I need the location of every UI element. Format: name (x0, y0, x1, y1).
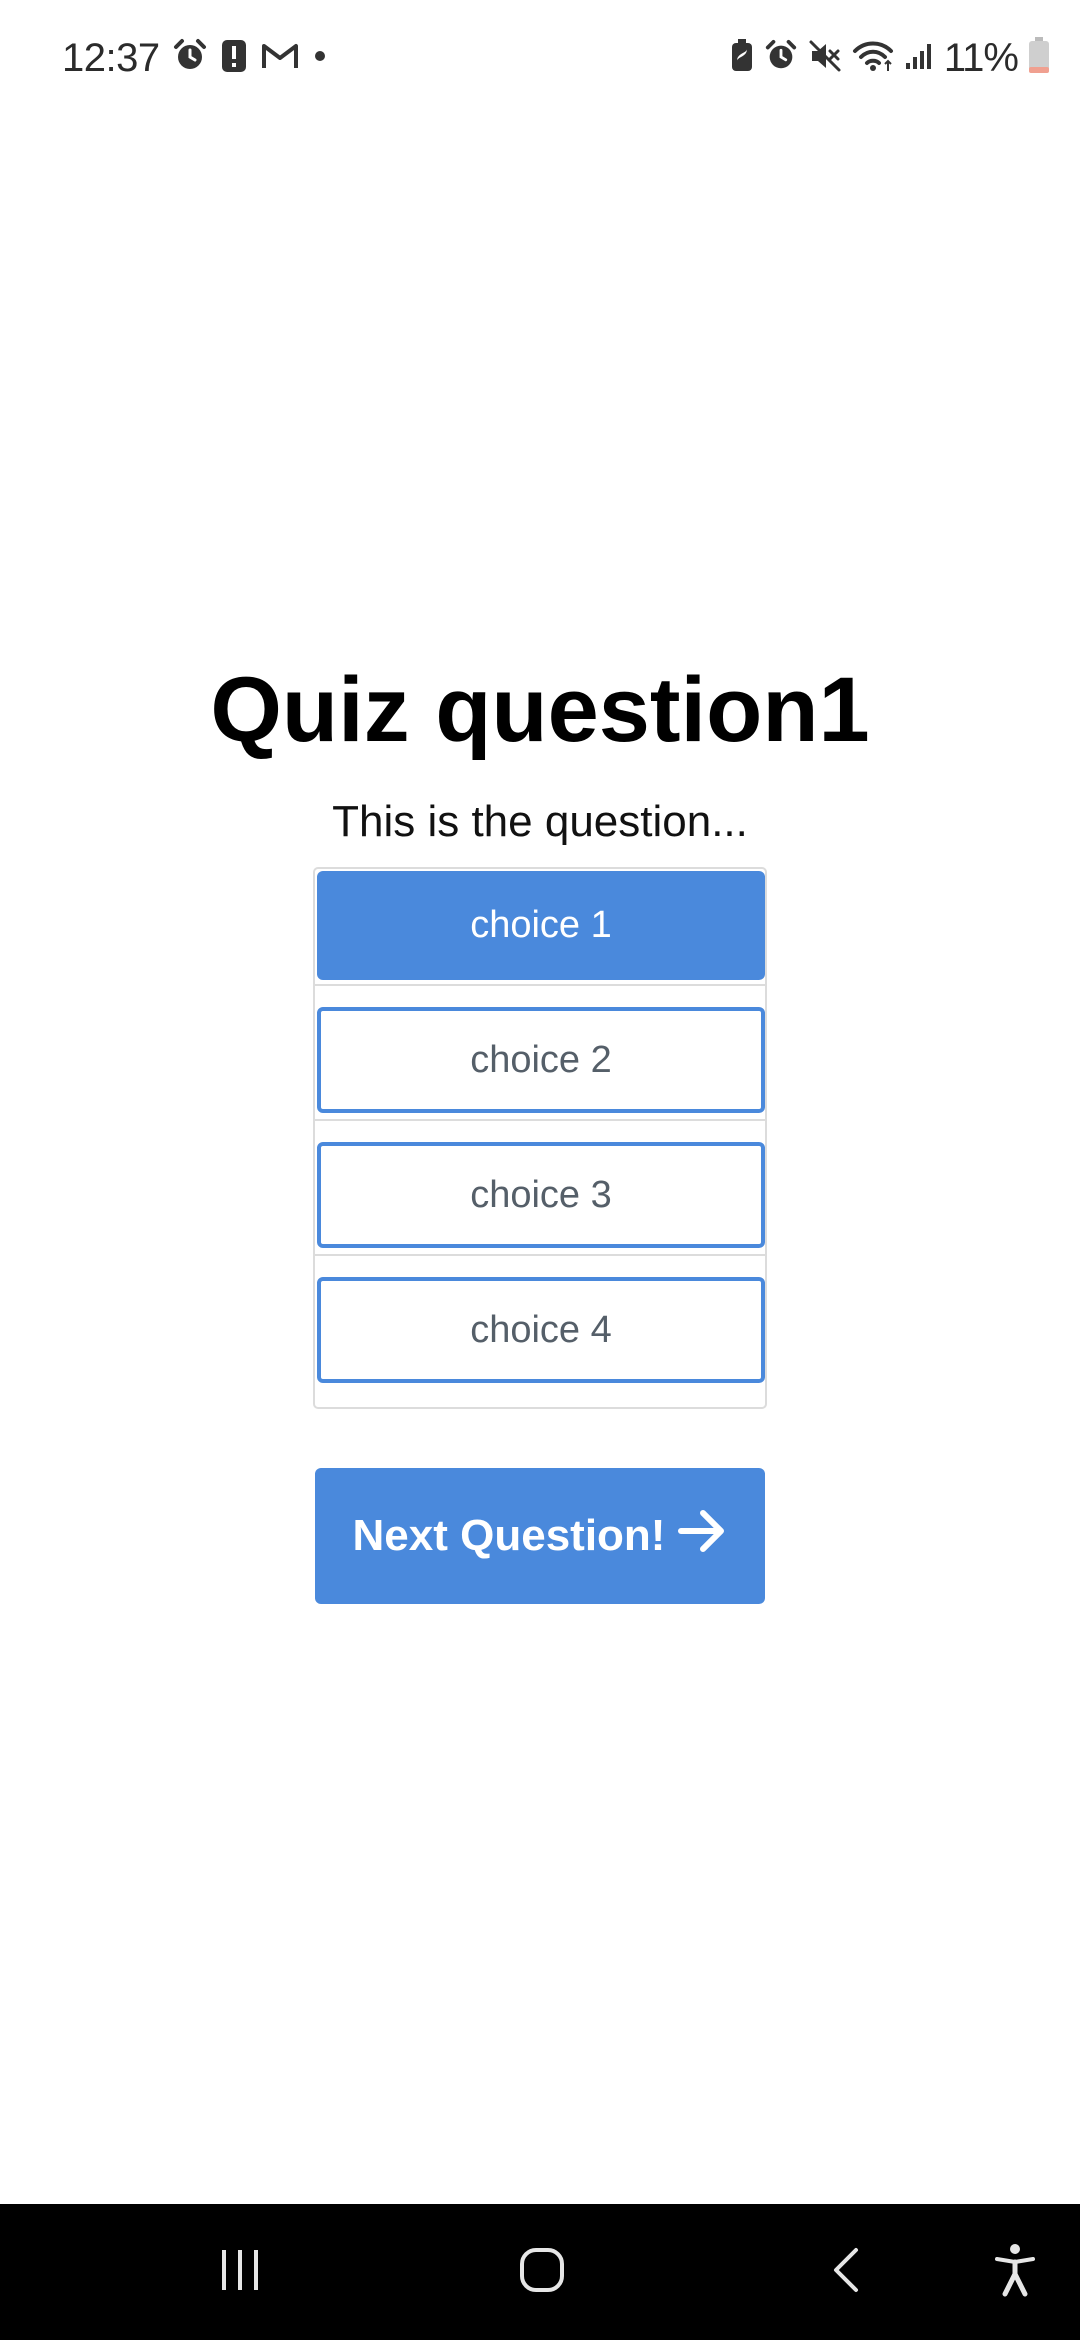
alarm-icon (764, 39, 798, 78)
battery-percent: 11% (943, 36, 1019, 80)
choice-divider (315, 984, 765, 986)
mute-icon (808, 39, 842, 78)
back-button[interactable] (786, 2204, 906, 2340)
recents-button[interactable] (180, 2204, 300, 2340)
battery-icon (1028, 36, 1050, 80)
question-text: This is the question... (332, 797, 748, 846)
wifi-icon (852, 39, 894, 78)
recents-icon (216, 2248, 264, 2297)
home-icon (518, 2246, 566, 2299)
choice-divider (315, 1119, 765, 1121)
notification-icons (172, 36, 340, 80)
alert-icon (220, 38, 248, 79)
choices-list: choice 1 choice 2 choice 3 choice 4 (313, 867, 767, 1409)
status-bar: 12:37 11% (0, 0, 1080, 116)
choice-1-button[interactable]: choice 1 (317, 871, 765, 980)
accessibility-button[interactable] (955, 2204, 1075, 2340)
alarm-icon (172, 38, 208, 79)
next-question-button[interactable]: Next Question! (315, 1468, 765, 1604)
next-question-label: Next Question! (352, 1511, 666, 1560)
navigation-bar (0, 2204, 1080, 2340)
gmail-icon (260, 40, 300, 77)
signal-icon (904, 41, 934, 76)
choice-4-button[interactable]: choice 4 (317, 1277, 765, 1383)
arrow-right-icon (677, 1509, 727, 1564)
accessibility-icon (993, 2242, 1037, 2303)
battery-saver-icon (730, 38, 754, 78)
dot-icon (312, 48, 328, 69)
choice-3-button[interactable]: choice 3 (317, 1142, 765, 1248)
choice-divider (315, 1254, 765, 1256)
back-icon (828, 2246, 864, 2299)
home-button[interactable] (482, 2204, 602, 2340)
quiz-title: Quiz question1 (210, 659, 870, 761)
status-time: 12:37 (62, 36, 160, 80)
choice-2-button[interactable]: choice 2 (317, 1007, 765, 1113)
system-icons: 11% (720, 36, 1050, 80)
